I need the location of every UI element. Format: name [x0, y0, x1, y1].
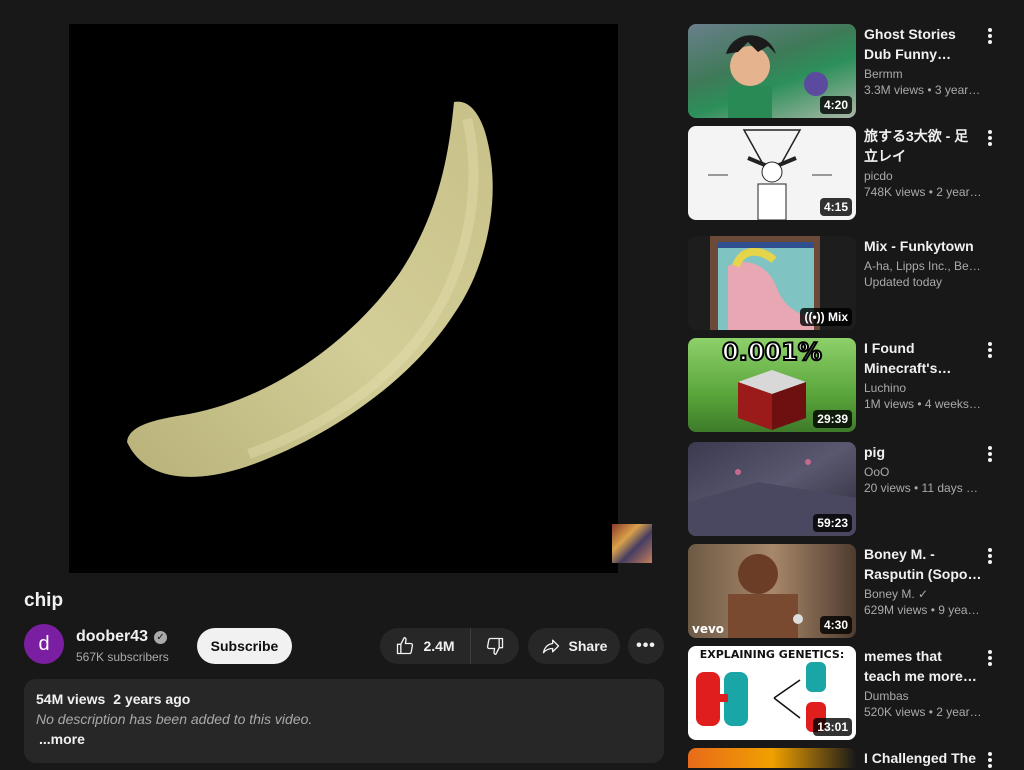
video-thumbnail[interactable]: EXPLAINING GENETICS: 13:01 — [688, 646, 856, 740]
description-more-link[interactable]: ...more — [36, 731, 652, 747]
avatar-letter: d — [38, 632, 50, 655]
recommendation-card[interactable]: ((•)) Mix Mix - Funkytown A-ha, Lipps In… — [688, 236, 1008, 330]
kebab-menu-icon[interactable] — [980, 26, 1000, 46]
duration-badge: 4:20 — [819, 96, 852, 114]
video-thumbnail[interactable]: ((•)) Mix — [688, 236, 856, 330]
kebab-menu-icon[interactable] — [980, 128, 1000, 148]
recommendation-card[interactable]: 0.001% 29:39 I Found Minecraft's Rarest … — [688, 338, 1008, 432]
like-button[interactable]: 2.4M — [380, 628, 471, 664]
thumbnail-caption: EXPLAINING GENETICS: — [699, 648, 845, 661]
description-text: No description has been added to this vi… — [36, 711, 313, 727]
video-thumbnail[interactable]: 4:20 — [688, 24, 856, 118]
recommendation-title[interactable]: pig — [864, 442, 982, 462]
kebab-menu-icon[interactable] — [980, 648, 1000, 668]
recommendation-card[interactable]: vevo 4:30 Boney M. - Rasputin (Sopot Fes… — [688, 544, 1008, 638]
recommendation-card[interactable]: 59:23 pig OoO 20 views • 11 days ago — [688, 442, 1008, 536]
dislike-button[interactable] — [471, 628, 519, 664]
video-thumbnail[interactable]: 59:23 — [688, 442, 856, 536]
recommendation-channel[interactable]: Dumbas — [864, 689, 982, 703]
thumbnail-caption: 0.001% — [721, 338, 823, 367]
recommendation-title[interactable]: 旅する3大欲 - 足立レイ — [864, 126, 982, 166]
recommendation-channel[interactable]: Bermm — [864, 67, 982, 81]
duration-badge: ((•)) Mix — [800, 308, 852, 326]
potato-chip-shape — [127, 101, 493, 477]
channel-avatar[interactable]: d — [24, 624, 64, 664]
more-horizontal-icon: ••• — [636, 637, 656, 654]
subscribe-button[interactable]: Subscribe — [197, 628, 292, 664]
duration-badge: 4:15 — [819, 198, 852, 216]
thumbs-down-icon — [486, 637, 504, 655]
recommendation-meta: 20 views • 11 days ago — [864, 481, 982, 495]
thumbs-up-icon — [397, 637, 414, 655]
vevo-logo: vevo — [692, 622, 725, 636]
recommendation-title[interactable]: Boney M. - Rasputin (Sopot Festival 1979… — [864, 544, 982, 584]
recommendation-title[interactable]: I Found Minecraft's Rarest Block — [864, 338, 982, 378]
duration-badge: 59:23 — [813, 514, 852, 532]
recommendation-meta: Updated today — [864, 275, 943, 289]
recommendation-channel[interactable]: picdo — [864, 169, 982, 183]
recommendation-meta: 748K views • 2 years ago — [864, 185, 982, 199]
recommendation-channel[interactable]: OoO — [864, 465, 982, 479]
recommendation-card[interactable]: 4:20 Ghost Stories Dub Funny Moments Ber… — [688, 24, 1008, 118]
recommendation-meta: 3.3M views • 3 years ago — [864, 83, 982, 97]
video-thumbnail[interactable]: vevo 4:30 — [688, 544, 856, 638]
subscriber-count: 567K subscribers — [76, 650, 169, 664]
duration-badge: 29:39 — [813, 410, 852, 428]
kebab-menu-icon[interactable] — [980, 750, 1000, 770]
video-player[interactable] — [69, 24, 618, 573]
recommendation-title[interactable]: I Challenged The — [864, 748, 982, 768]
recommendation-title[interactable]: Ghost Stories Dub Funny Moments — [864, 24, 982, 64]
recommendation-channel[interactable]: Luchino — [864, 381, 982, 395]
duration-badge: 13:01 — [813, 718, 852, 736]
video-thumbnail[interactable]: 0.001% 29:39 — [688, 338, 856, 432]
like-count: 2.4M — [423, 638, 455, 654]
recommendation-card[interactable]: 4:15 旅する3大欲 - 足立レイ picdo 748K views • 2 … — [688, 126, 1008, 220]
video-title: chip — [24, 590, 64, 611]
recommendation-channel[interactable]: Boney M. ✓ — [864, 587, 982, 601]
verified-check-icon: ✓ — [918, 587, 929, 601]
chip-image — [127, 101, 493, 477]
kebab-menu-icon[interactable] — [980, 546, 1000, 566]
recommendation-channel[interactable]: A-ha, Lipps Inc., Bee Gees and more — [864, 259, 982, 273]
share-label: Share — [568, 638, 608, 654]
recommendation-meta: 520K views • 2 years ago — [864, 705, 982, 719]
video-thumbnail[interactable]: 4:15 — [688, 126, 856, 220]
recommendation-meta: 629M views • 9 years ago — [864, 603, 982, 617]
share-button[interactable]: Share — [528, 628, 620, 664]
verified-check-icon: ✓ — [154, 630, 168, 644]
miniplayer-thumbnail[interactable] — [612, 524, 652, 563]
description-box[interactable]: 54M views 2 years ago No description has… — [24, 679, 664, 763]
kebab-menu-icon[interactable] — [980, 444, 1000, 464]
recommendation-title[interactable]: Mix - Funkytown — [864, 236, 982, 256]
kebab-menu-icon[interactable] — [980, 340, 1000, 360]
recommendation-title[interactable]: memes that teach me more than school — [864, 646, 982, 686]
more-actions-button[interactable]: ••• — [628, 628, 664, 664]
share-arrow-icon — [542, 639, 559, 654]
like-dislike-group: 2.4M — [380, 628, 519, 664]
video-thumbnail[interactable] — [688, 748, 856, 768]
channel-name[interactable]: doober43 — [76, 628, 148, 646]
upload-age: 2 years ago — [113, 691, 191, 707]
view-count: 54M views — [36, 691, 106, 707]
channel-name-row[interactable]: doober43 ✓ — [76, 628, 168, 646]
recommendation-card[interactable]: EXPLAINING GENETICS: 13:01 memes that te… — [688, 646, 1008, 740]
duration-badge: 4:30 — [819, 616, 852, 634]
recommendation-card[interactable]: I Challenged The — [688, 748, 1008, 768]
recommendation-meta: 1M views • 4 weeks ago — [864, 397, 982, 411]
mix-radio-icon: ((•)) — [804, 310, 825, 324]
